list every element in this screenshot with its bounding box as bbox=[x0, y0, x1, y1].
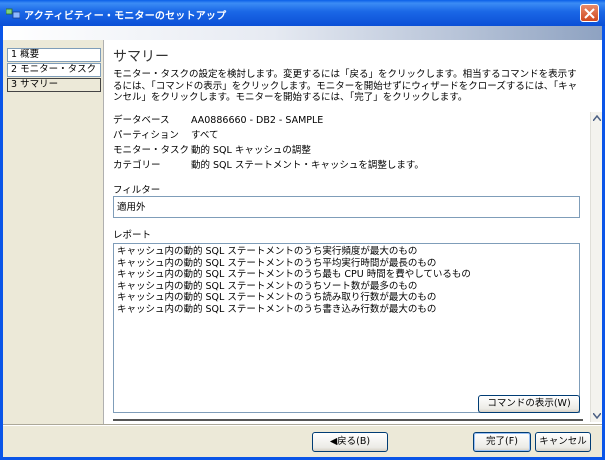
report-item: キャッシュ内の動的 SQL ステートメントのうち平均実行時間が最長のもの bbox=[117, 257, 437, 269]
close-button[interactable] bbox=[580, 4, 599, 22]
show-command-button[interactable]: コマンドの表示(W) bbox=[478, 395, 580, 413]
properties-list: データベース AA0886660 - DB2 - SAMPLE パーティション すべ… bbox=[113, 113, 424, 173]
property-row: データベース AA0886660 - DB2 - SAMPLE bbox=[113, 113, 424, 128]
header-banner bbox=[3, 26, 602, 40]
report-item: キャッシュ内の動的 SQL ステートメントのうち実行頻度が最大のもの bbox=[117, 246, 418, 257]
nav-step-monitor-task[interactable]: 2 モニター・タスク bbox=[7, 63, 101, 77]
vertical-scrollbar[interactable] bbox=[590, 112, 602, 422]
title-bar[interactable]: アクティビティー・モニターのセットアップ bbox=[0, 0, 605, 26]
nav-step-summary[interactable]: 3 サマリー bbox=[7, 78, 101, 92]
property-value: 動的 SQL ステートメント・キャッシュを調整します。 bbox=[191, 160, 424, 171]
property-value: すべて bbox=[191, 130, 219, 141]
clipped-content-row bbox=[113, 419, 583, 423]
page-title: サマリー bbox=[113, 49, 169, 65]
finish-button[interactable]: 完了(F) bbox=[473, 432, 531, 452]
intro-text: モニター・タスクの設定を検討します。変更するには「戻る」をクリックします。相当す… bbox=[113, 69, 578, 103]
property-row: カテゴリー 動的 SQL ステートメント・キャッシュを調整します。 bbox=[113, 158, 424, 173]
report-item: キャッシュ内の動的 SQL ステートメントのうちソート数が最多のもの bbox=[117, 280, 418, 292]
scroll-down-icon bbox=[593, 413, 601, 419]
back-button[interactable]: ◀戻る(B) bbox=[312, 432, 388, 452]
property-label: カテゴリー bbox=[113, 160, 161, 171]
wizard-step-nav: 1 概要 2 モニター・タスク 3 サマリー bbox=[7, 48, 101, 93]
report-item: キャッシュ内の動的 SQL ステートメントのうち読み取り行数が最大のもの bbox=[117, 292, 437, 303]
footer-divider-highlight bbox=[3, 425, 602, 426]
window-title: アクティビティー・モニターのセットアップ bbox=[24, 11, 227, 22]
report-item: キャッシュ内の動的 SQL ステートメントのうち最も CPU 時間を費やしている… bbox=[117, 269, 471, 280]
property-label: パーティション bbox=[113, 130, 179, 141]
report-label: レポート bbox=[113, 230, 152, 241]
nav-step-overview[interactable]: 1 概要 bbox=[7, 48, 101, 62]
property-row: モニター・タスク 動的 SQL キャッシュの調整 bbox=[113, 143, 424, 158]
close-icon bbox=[584, 8, 595, 19]
property-label: データベース bbox=[113, 115, 170, 126]
filter-label: フィルター bbox=[113, 185, 161, 196]
cancel-button[interactable]: キャンセル bbox=[535, 432, 591, 452]
scroll-up-icon bbox=[593, 115, 601, 121]
property-value: 動的 SQL キャッシュの調整 bbox=[191, 145, 311, 156]
monitor-app-icon bbox=[5, 7, 21, 19]
filter-field[interactable]: 適用外 bbox=[113, 196, 580, 218]
property-value: AA0886660 - DB2 - SAMPLE bbox=[191, 115, 324, 126]
report-list[interactable]: キャッシュ内の動的 SQL ステートメントのうち実行頻度が最大のもの キャッシュ… bbox=[113, 243, 580, 413]
report-item: キャッシュ内の動的 SQL ステートメントのうち書き込み行数が最大のもの bbox=[117, 303, 437, 315]
property-label: モニター・タスク bbox=[113, 145, 190, 156]
property-row: パーティション すべて bbox=[113, 128, 424, 143]
summary-pane: サマリー モニター・タスクの設定を検討します。変更するには「戻る」をクリックしま… bbox=[103, 40, 602, 424]
wizard-window: アクティビティー・モニターのセットアップ 1 概要 2 モニター・タスク 3 サ… bbox=[0, 0, 605, 460]
